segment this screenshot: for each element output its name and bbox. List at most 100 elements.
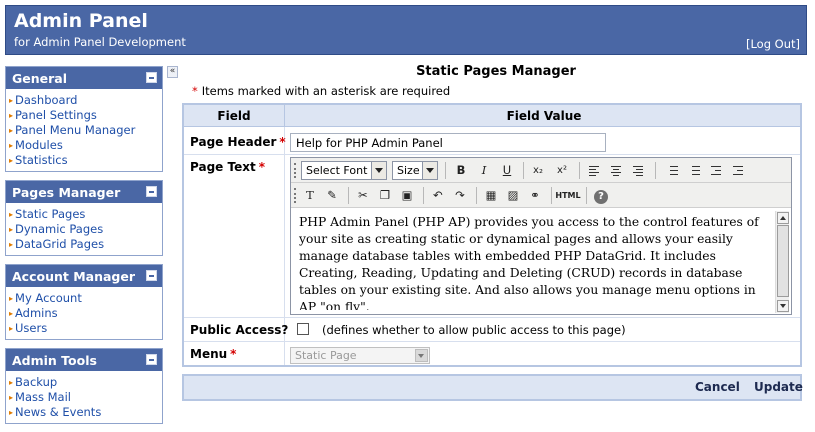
sidebar-section-pages-manager: Pages Manager ▸ Static Pages ▸ Dynamic Pag… xyxy=(5,180,163,256)
editor-scrollbar[interactable] xyxy=(775,211,789,313)
arrow-right-icon: ▸ xyxy=(9,294,14,303)
undo-icon[interactable]: ↶ xyxy=(429,187,447,204)
logout-link[interactable]: [Log Out] xyxy=(746,37,800,51)
collapse-icon[interactable] xyxy=(146,72,157,83)
align-right-icon[interactable] xyxy=(629,162,647,179)
redo-icon[interactable]: ↷ xyxy=(451,187,469,204)
sidebar-section-general: General ▸ Dashboard ▸ Panel Settings ▸ Pane… xyxy=(5,66,163,172)
sidebar-item-statistics[interactable]: ▸ Statistics xyxy=(9,153,162,168)
underline-button[interactable]: U xyxy=(498,162,516,179)
cut-icon[interactable]: ✂ xyxy=(354,187,372,204)
arrow-right-icon: ▸ xyxy=(9,324,14,333)
arrow-right-icon: ▸ xyxy=(9,225,14,234)
sidebar-item-users[interactable]: ▸ Users xyxy=(9,321,162,336)
cancel-button[interactable]: Cancel xyxy=(695,380,740,394)
subscript-button[interactable]: x₂ xyxy=(529,162,547,179)
section-header[interactable]: Account Manager xyxy=(6,265,162,287)
sidebar-item-dynamic-pages[interactable]: ▸ Dynamic Pages xyxy=(9,222,162,237)
collapse-icon[interactable] xyxy=(146,354,157,365)
table-header-row: Field Field Value xyxy=(184,105,800,127)
outdent-icon[interactable] xyxy=(707,162,725,179)
sidebar-item-datagrid-pages[interactable]: ▸ DataGrid Pages xyxy=(9,237,162,252)
section-title: General xyxy=(12,71,67,86)
collapse-icon[interactable] xyxy=(146,270,157,281)
section-header[interactable]: General xyxy=(6,67,162,89)
sidebar-item-static-pages[interactable]: ▸ Static Pages xyxy=(9,207,162,222)
indent-icon[interactable] xyxy=(729,162,747,179)
required-star: * xyxy=(192,84,198,98)
editor-content[interactable]: PHP Admin Panel (PHP AP) provides you ac… xyxy=(295,212,773,310)
sidebar-item-mass-mail[interactable]: ▸ Mass Mail xyxy=(9,390,162,405)
scroll-thumb[interactable] xyxy=(777,225,789,297)
editor-toolbar-top: Select Font Size B I U x₂ x² xyxy=(291,158,791,183)
copy-icon[interactable]: ❐ xyxy=(376,187,394,204)
arrow-right-icon: ▸ xyxy=(9,210,14,219)
sidebar-item-admins[interactable]: ▸ Admins xyxy=(9,306,162,321)
link-icon[interactable]: ⚭ xyxy=(526,187,544,204)
toolbar-grip-icon xyxy=(294,163,296,178)
app-header: Admin Panel for Admin Panel Development … xyxy=(5,5,807,55)
arrow-right-icon: ▸ xyxy=(9,378,14,387)
image-icon[interactable]: ▨ xyxy=(504,187,522,204)
update-button[interactable]: Update xyxy=(754,380,803,394)
sidebar-section-account-manager: Account Manager ▸ My Account ▸ Admins ▸ Use… xyxy=(5,264,163,340)
scroll-up-icon[interactable] xyxy=(777,212,789,224)
sidebar-toggle-icon[interactable]: « xyxy=(167,66,178,78)
sidebar: General ▸ Dashboard ▸ Panel Settings ▸ Pane… xyxy=(5,66,163,432)
superscript-button[interactable]: x² xyxy=(553,162,571,179)
table-icon[interactable]: ▦ xyxy=(482,187,500,204)
sidebar-item-dashboard[interactable]: ▸ Dashboard xyxy=(9,93,162,108)
arrow-right-icon: ▸ xyxy=(9,309,14,318)
scroll-down-icon[interactable] xyxy=(777,300,789,312)
arrow-right-icon: ▸ xyxy=(9,111,14,120)
arrow-right-icon: ▸ xyxy=(9,96,14,105)
size-select[interactable]: Size xyxy=(392,161,438,180)
sidebar-item-modules[interactable]: ▸ Modules xyxy=(9,138,162,153)
form-actions: Cancel Update xyxy=(182,374,803,401)
numbered-list-icon[interactable] xyxy=(685,162,703,179)
font-select[interactable]: Select Font xyxy=(301,161,387,180)
required-note: * Items marked with an asterisk are requi… xyxy=(192,84,451,98)
public-access-checkbox[interactable] xyxy=(297,323,309,335)
chevron-down-icon xyxy=(422,162,437,179)
menu-label: Menu * xyxy=(190,347,237,361)
chevron-down-icon xyxy=(415,349,428,362)
sidebar-item-my-account[interactable]: ▸ My Account xyxy=(9,291,162,306)
arrow-right-icon: ▸ xyxy=(9,141,14,150)
sidebar-item-panel-settings[interactable]: ▸ Panel Settings xyxy=(9,108,162,123)
html-source-button[interactable]: HTML xyxy=(555,187,581,204)
paste-icon[interactable]: ▣ xyxy=(398,187,416,204)
collapse-icon[interactable] xyxy=(146,186,157,197)
arrow-right-icon: ▸ xyxy=(9,393,14,402)
section-title: Account Manager xyxy=(12,269,136,284)
editor-toolbar-bottom: T ✎ ✂ ❐ ▣ ↶ ↷ ▦ ▨ ⚭ HTML ? xyxy=(291,183,791,208)
public-access-note: (defines whether to allow public access … xyxy=(322,323,626,337)
page-form: Field Field Value Page Header* Page Text… xyxy=(182,103,802,367)
app-subtitle: for Admin Panel Development xyxy=(14,35,186,49)
page-header-label: Page Header * xyxy=(190,135,286,149)
app-title: Admin Panel xyxy=(14,10,148,32)
page-title: Static Pages Manager xyxy=(416,64,576,79)
align-left-icon[interactable] xyxy=(585,162,603,179)
help-icon[interactable]: ? xyxy=(592,187,610,204)
chevron-down-icon xyxy=(371,162,386,179)
align-center-icon[interactable] xyxy=(607,162,625,179)
section-header[interactable]: Admin Tools xyxy=(6,349,162,371)
sidebar-section-admin-tools: Admin Tools ▸ Backup ▸ Mass Mail ▸ News & E… xyxy=(5,348,163,424)
text-style-icon[interactable]: T xyxy=(301,187,319,204)
sidebar-item-news-events[interactable]: ▸ News & Events xyxy=(9,405,162,420)
sidebar-item-panel-menu-manager[interactable]: ▸ Panel Menu Manager xyxy=(9,123,162,138)
section-header[interactable]: Pages Manager xyxy=(6,181,162,203)
format-painter-icon[interactable]: ✎ xyxy=(323,187,341,204)
column-header-value: Field Value xyxy=(506,109,582,123)
bold-button[interactable]: B xyxy=(452,162,470,179)
arrow-right-icon: ▸ xyxy=(9,408,14,417)
public-access-label: Public Access? xyxy=(190,323,289,337)
bullet-list-icon[interactable] xyxy=(663,162,681,179)
page-header-input[interactable] xyxy=(290,133,606,152)
italic-button[interactable]: I xyxy=(475,162,493,179)
section-title: Pages Manager xyxy=(12,185,121,200)
arrow-right-icon: ▸ xyxy=(9,156,14,165)
sidebar-item-backup[interactable]: ▸ Backup xyxy=(9,375,162,390)
menu-select[interactable]: Static Page xyxy=(290,347,430,364)
